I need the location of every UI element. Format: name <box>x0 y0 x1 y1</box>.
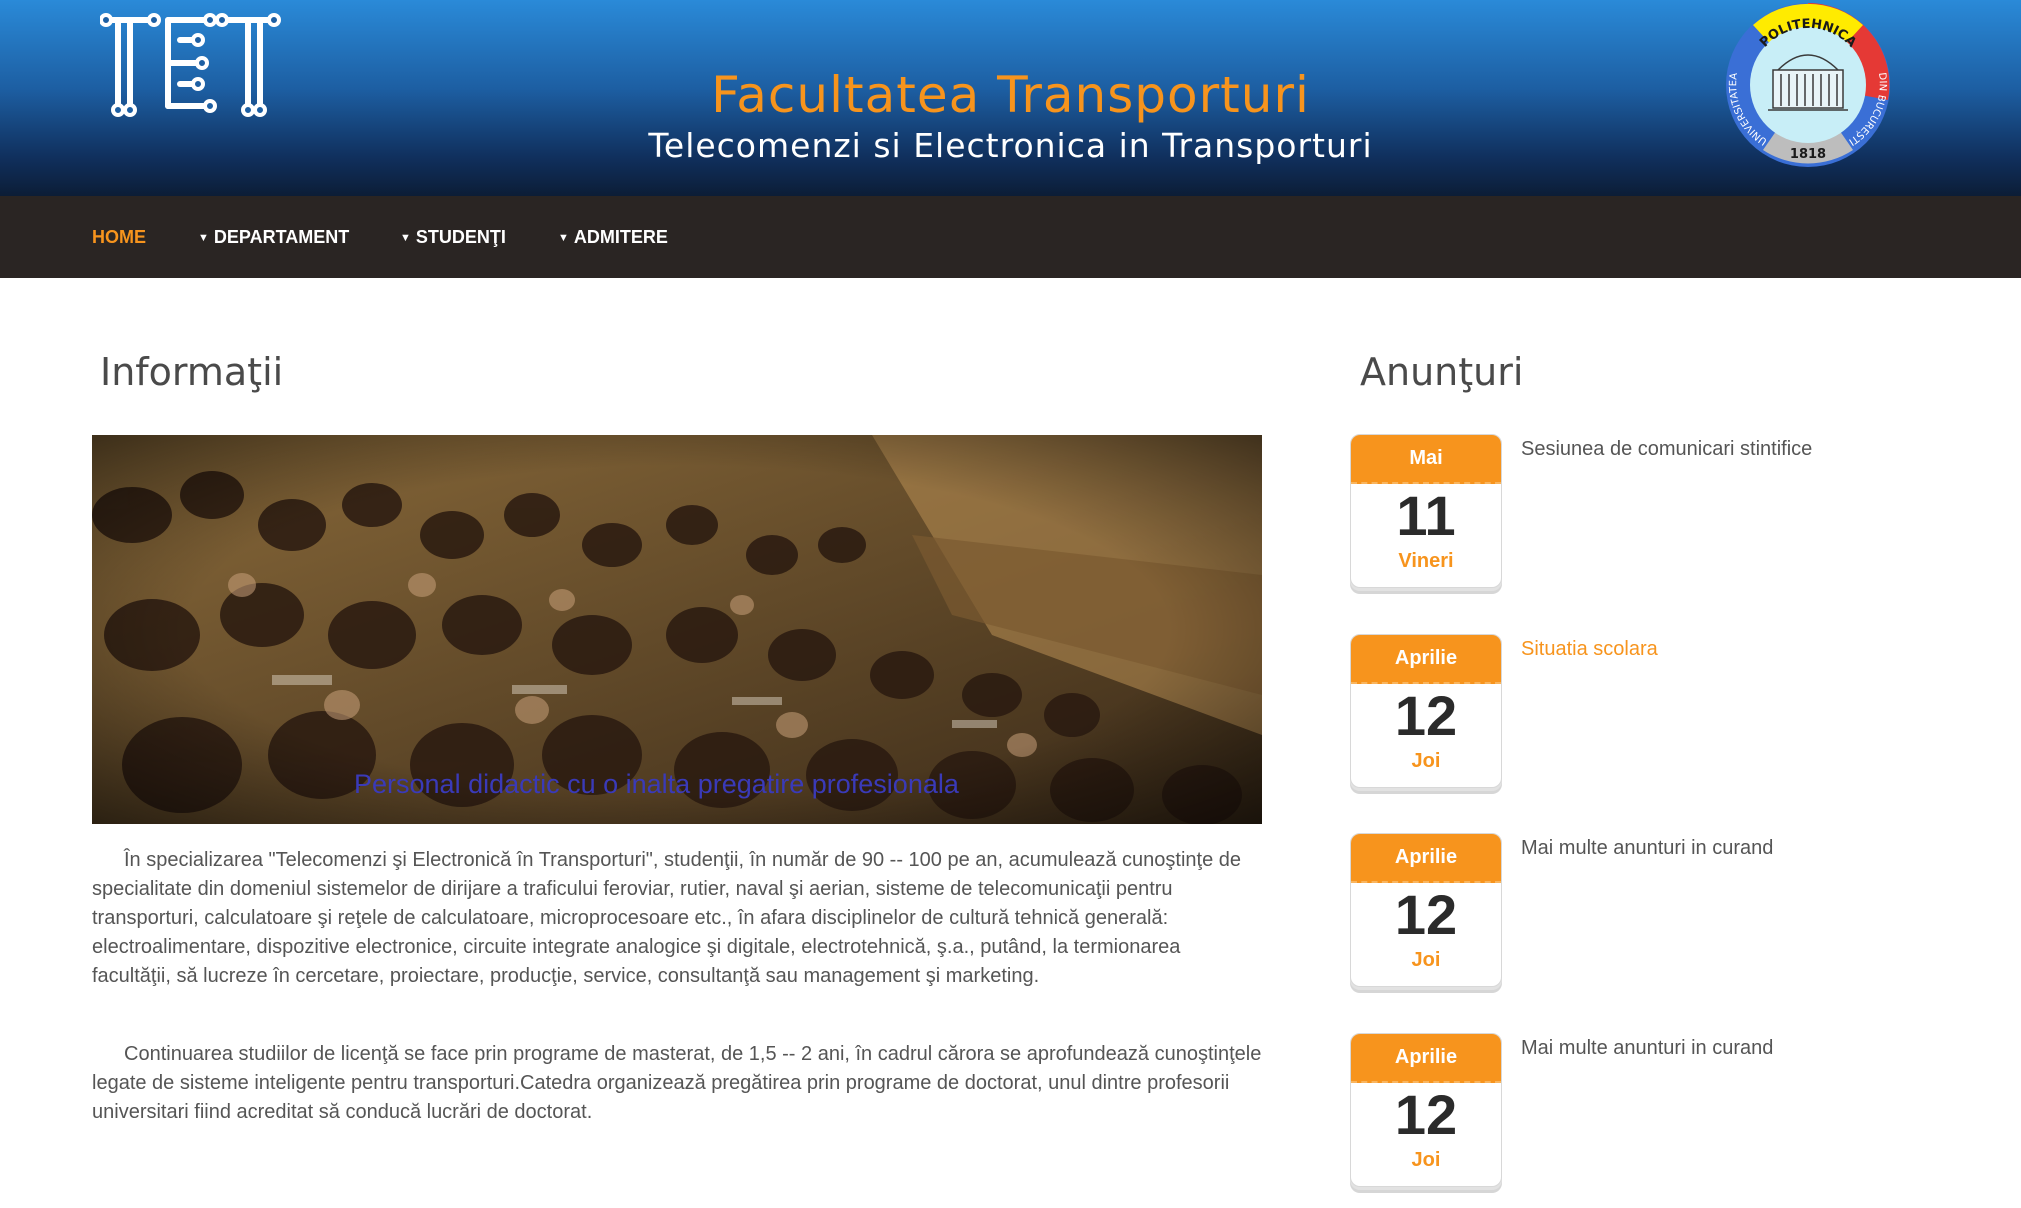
nav-admitere-label: ADMITERE <box>573 227 668 247</box>
calendar-weekday: Vineri <box>1398 550 1454 572</box>
calendar-weekday: Joi <box>1411 750 1441 772</box>
calendar-month: Aprilie <box>1351 834 1501 883</box>
announcement-link[interactable]: Mai multe anunturi in curand <box>1521 837 1773 860</box>
nav-studenti[interactable]: ▼ STUDENŢI <box>400 196 506 278</box>
nav-admitere[interactable]: ▼ ADMITERE <box>558 196 668 278</box>
nav-home[interactable]: HOME <box>92 196 146 278</box>
calendar-badge: Aprilie 12 Joi <box>1350 1033 1502 1187</box>
calendar-weekday: Joi <box>1411 949 1441 971</box>
info-paragraph-2: Continuarea studiilor de licenţă se face… <box>92 1043 1262 1123</box>
hero-caption: Personal didactic cu o inalta pregatire … <box>354 769 959 799</box>
calendar-day: 11 <box>1396 484 1456 547</box>
hero-image: Personal didactic cu o inalta pregatire … <box>92 435 1262 824</box>
calendar-month: Mai <box>1351 435 1501 484</box>
calendar-badge: Mai 11 Vineri <box>1350 434 1502 588</box>
site-title: Facultatea Transporturi <box>711 66 1310 124</box>
announcement-link[interactable]: Sesiunea de comunicari stintifice <box>1521 438 1812 461</box>
caret-down-icon: ▼ <box>558 232 569 244</box>
nav-studenti-label: STUDENŢI <box>415 227 506 247</box>
calendar-month: Aprilie <box>1351 1034 1501 1083</box>
site-subtitle: Telecomenzi si Electronica in Transportu… <box>648 126 1373 165</box>
calendar-badge: Aprilie 12 Joi <box>1350 634 1502 788</box>
seal-year: 1818 <box>1790 147 1826 162</box>
nav-departament-label: DEPARTAMENT <box>213 227 350 247</box>
announcements-heading: Anunţuri <box>1360 350 1524 394</box>
info-heading: Informaţii <box>100 350 284 394</box>
university-seal[interactable]: POLITEHNICA UNIVERSITATEA DIN BUCUREȘTI … <box>1723 0 1893 170</box>
calendar-day: 12 <box>1394 684 1458 747</box>
announcement-link[interactable]: Mai multe anunturi in curand <box>1521 1037 1773 1060</box>
nav-home-label: HOME <box>92 227 146 247</box>
caret-down-icon: ▼ <box>400 232 411 244</box>
main-nav: HOME ▼ DEPARTAMENT ▼ STUDENŢI ▼ ADMITERE <box>0 196 2021 278</box>
calendar-badge: Aprilie 12 Joi <box>1350 833 1502 987</box>
calendar-day: 12 <box>1394 1083 1458 1146</box>
caret-down-icon: ▼ <box>198 232 209 244</box>
info-paragraph-1: În specializarea "Telecomenzi şi Electro… <box>92 849 1242 987</box>
site-header: Facultatea Transporturi Telecomenzi si E… <box>0 0 2021 196</box>
nav-departament[interactable]: ▼ DEPARTAMENT <box>198 196 349 278</box>
lecture-hall-photo <box>92 435 1262 824</box>
announcement-link[interactable]: Situatia scolara <box>1521 638 1658 661</box>
calendar-day: 12 <box>1394 883 1458 946</box>
calendar-weekday: Joi <box>1411 1149 1441 1171</box>
calendar-month: Aprilie <box>1351 635 1501 684</box>
